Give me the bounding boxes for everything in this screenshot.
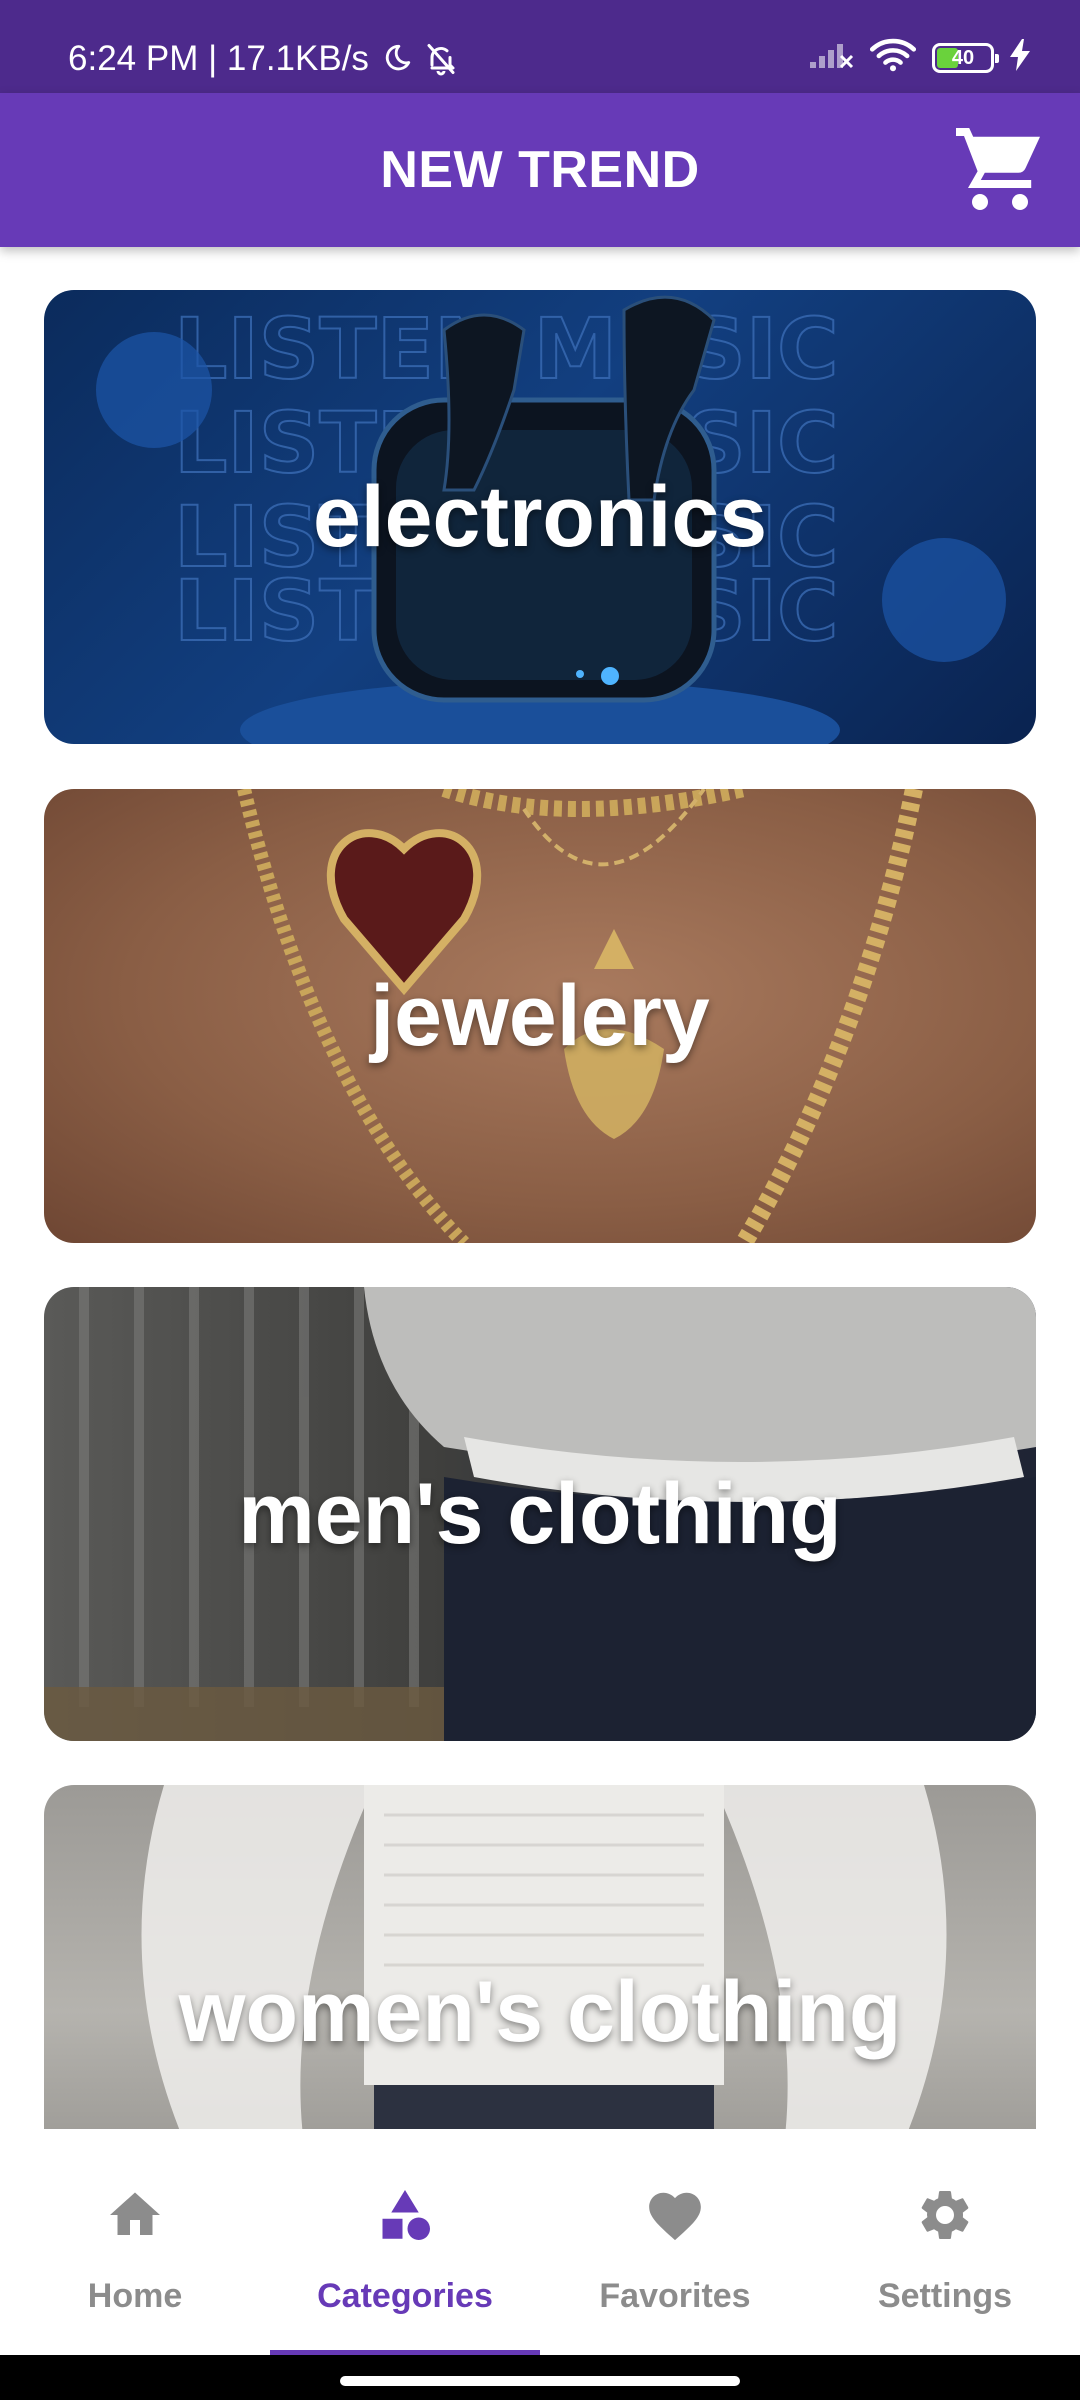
home-icon: [0, 2185, 270, 2245]
status-left: 6:24 PM | 17.1KB/s: [68, 36, 459, 82]
category-card-womens-clothing[interactable]: women's clothing: [44, 1785, 1036, 2129]
cart-icon: [952, 120, 1048, 221]
status-bar: 6:24 PM | 17.1KB/s 40: [0, 0, 1080, 93]
status-right: 40: [808, 38, 1030, 77]
wifi-icon: [869, 38, 917, 77]
category-card-mens-clothing[interactable]: men's clothing: [44, 1287, 1036, 1741]
nav-favorites[interactable]: Favorites: [540, 2129, 810, 2355]
bell-off-icon: [423, 41, 459, 77]
charging-bolt-icon: [1010, 39, 1030, 76]
category-label: electronics: [312, 468, 768, 565]
gesture-handle[interactable]: [340, 2376, 740, 2386]
category-label: women's clothing: [178, 1963, 902, 2060]
shapes-icon: [270, 2185, 540, 2245]
heart-icon: [540, 2185, 810, 2247]
nav-label: Home: [87, 2277, 183, 2315]
category-label: jewelery: [370, 967, 710, 1064]
gear-icon: [810, 2185, 1080, 2245]
nav-label: Settings: [877, 2277, 1013, 2315]
active-tab-indicator: [270, 2350, 540, 2355]
system-navigation-bar: [0, 2355, 1080, 2400]
cellular-signal-icon: [808, 40, 854, 75]
app-bar: NEW TREND: [0, 93, 1080, 247]
nav-settings[interactable]: Settings: [810, 2129, 1080, 2355]
app-title: NEW TREND: [380, 141, 700, 199]
cart-button[interactable]: [950, 120, 1050, 220]
battery-icon: 40: [932, 42, 999, 73]
status-time: 6:24 PM | 17.1KB/s: [68, 39, 369, 78]
nav-label: Categories: [317, 2277, 493, 2315]
category-card-jewelery[interactable]: jewelery: [44, 789, 1036, 1243]
moon-icon: [379, 42, 413, 76]
category-label: men's clothing: [238, 1465, 842, 1562]
nav-label: Favorites: [599, 2277, 751, 2315]
bottom-navigation: Home Categories Favorites Settings: [0, 2129, 1080, 2355]
nav-categories[interactable]: Categories: [270, 2129, 540, 2355]
battery-level: 40: [951, 46, 975, 69]
category-list: LISTEN MUSIC LISTEN MUSIC LISTEN MUSIC L…: [0, 247, 1080, 2129]
nav-home[interactable]: Home: [0, 2129, 270, 2355]
category-card-electronics[interactable]: LISTEN MUSIC LISTEN MUSIC LISTEN MUSIC L…: [44, 290, 1036, 744]
